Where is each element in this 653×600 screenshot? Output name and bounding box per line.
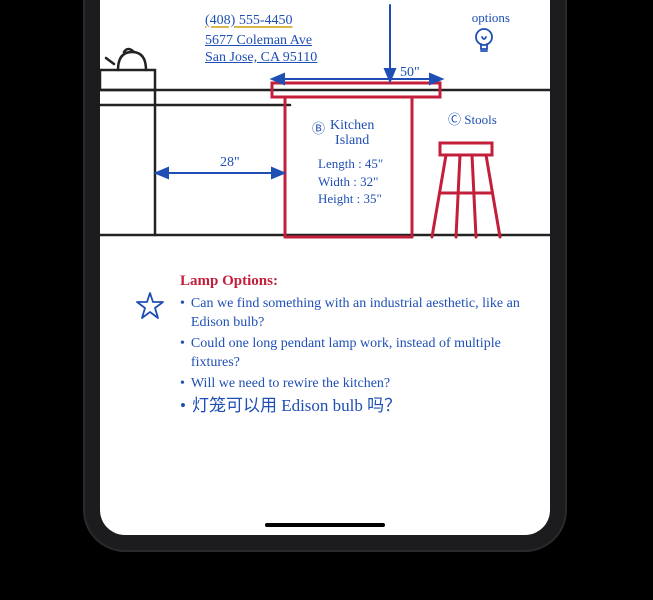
island-label: Kitchen Island	[330, 118, 374, 149]
list-item: • 灯笼可以用 Edison bulb 吗？	[180, 395, 520, 418]
bullet-text: 灯笼可以用 Edison bulb 吗？	[192, 395, 401, 418]
island-label-line1: Kitchen	[330, 118, 374, 133]
stools-marker: Ⓒ	[448, 112, 461, 127]
ipad-device-frame: (408) 555-4450 5677 Coleman Ave San Jose…	[85, 0, 565, 550]
island-length: Length : 45"	[318, 155, 383, 173]
options-label: options	[472, 10, 510, 26]
note-canvas[interactable]: (408) 555-4450 5677 Coleman Ave San Jose…	[100, 0, 550, 535]
lamp-options-list: • Can we find something with an industri…	[180, 295, 520, 420]
island-width: Width : 32"	[318, 173, 383, 191]
star-icon	[135, 291, 165, 321]
list-item: • Could one long pendant lamp work, inst…	[180, 335, 520, 373]
dimension-gap: 28"	[220, 155, 240, 171]
stools-text: Stools	[464, 112, 497, 127]
lightbulb-icon	[473, 27, 495, 55]
contact-address-line2[interactable]: San Jose, CA 95110	[205, 50, 317, 66]
stools-label: Ⓒ Stools	[448, 109, 497, 128]
home-indicator[interactable]	[265, 523, 385, 527]
island-label-line2: Island	[335, 133, 369, 148]
island-marker: Ⓑ	[312, 118, 325, 137]
island-height: Height : 35"	[318, 190, 383, 208]
bullet-text: Could one long pendant lamp work, instea…	[191, 335, 520, 373]
ipad-screen: (408) 555-4450 5677 Coleman Ave San Jose…	[100, 0, 550, 535]
bullet-text: Can we find something with an industrial…	[191, 295, 520, 333]
list-item: • Can we find something with an industri…	[180, 295, 520, 333]
island-dimensions: Length : 45" Width : 32" Height : 35"	[318, 155, 383, 208]
lamp-options-heading: Lamp Options:	[180, 273, 278, 290]
dimension-top-width: 50"	[400, 65, 420, 81]
contact-address-line1[interactable]: 5677 Coleman Ave	[205, 33, 312, 49]
contact-phone[interactable]: (408) 555-4450	[205, 13, 293, 29]
bullet-text: Will we need to rewire the kitchen?	[191, 375, 390, 394]
list-item: • Will we need to rewire the kitchen?	[180, 375, 520, 394]
